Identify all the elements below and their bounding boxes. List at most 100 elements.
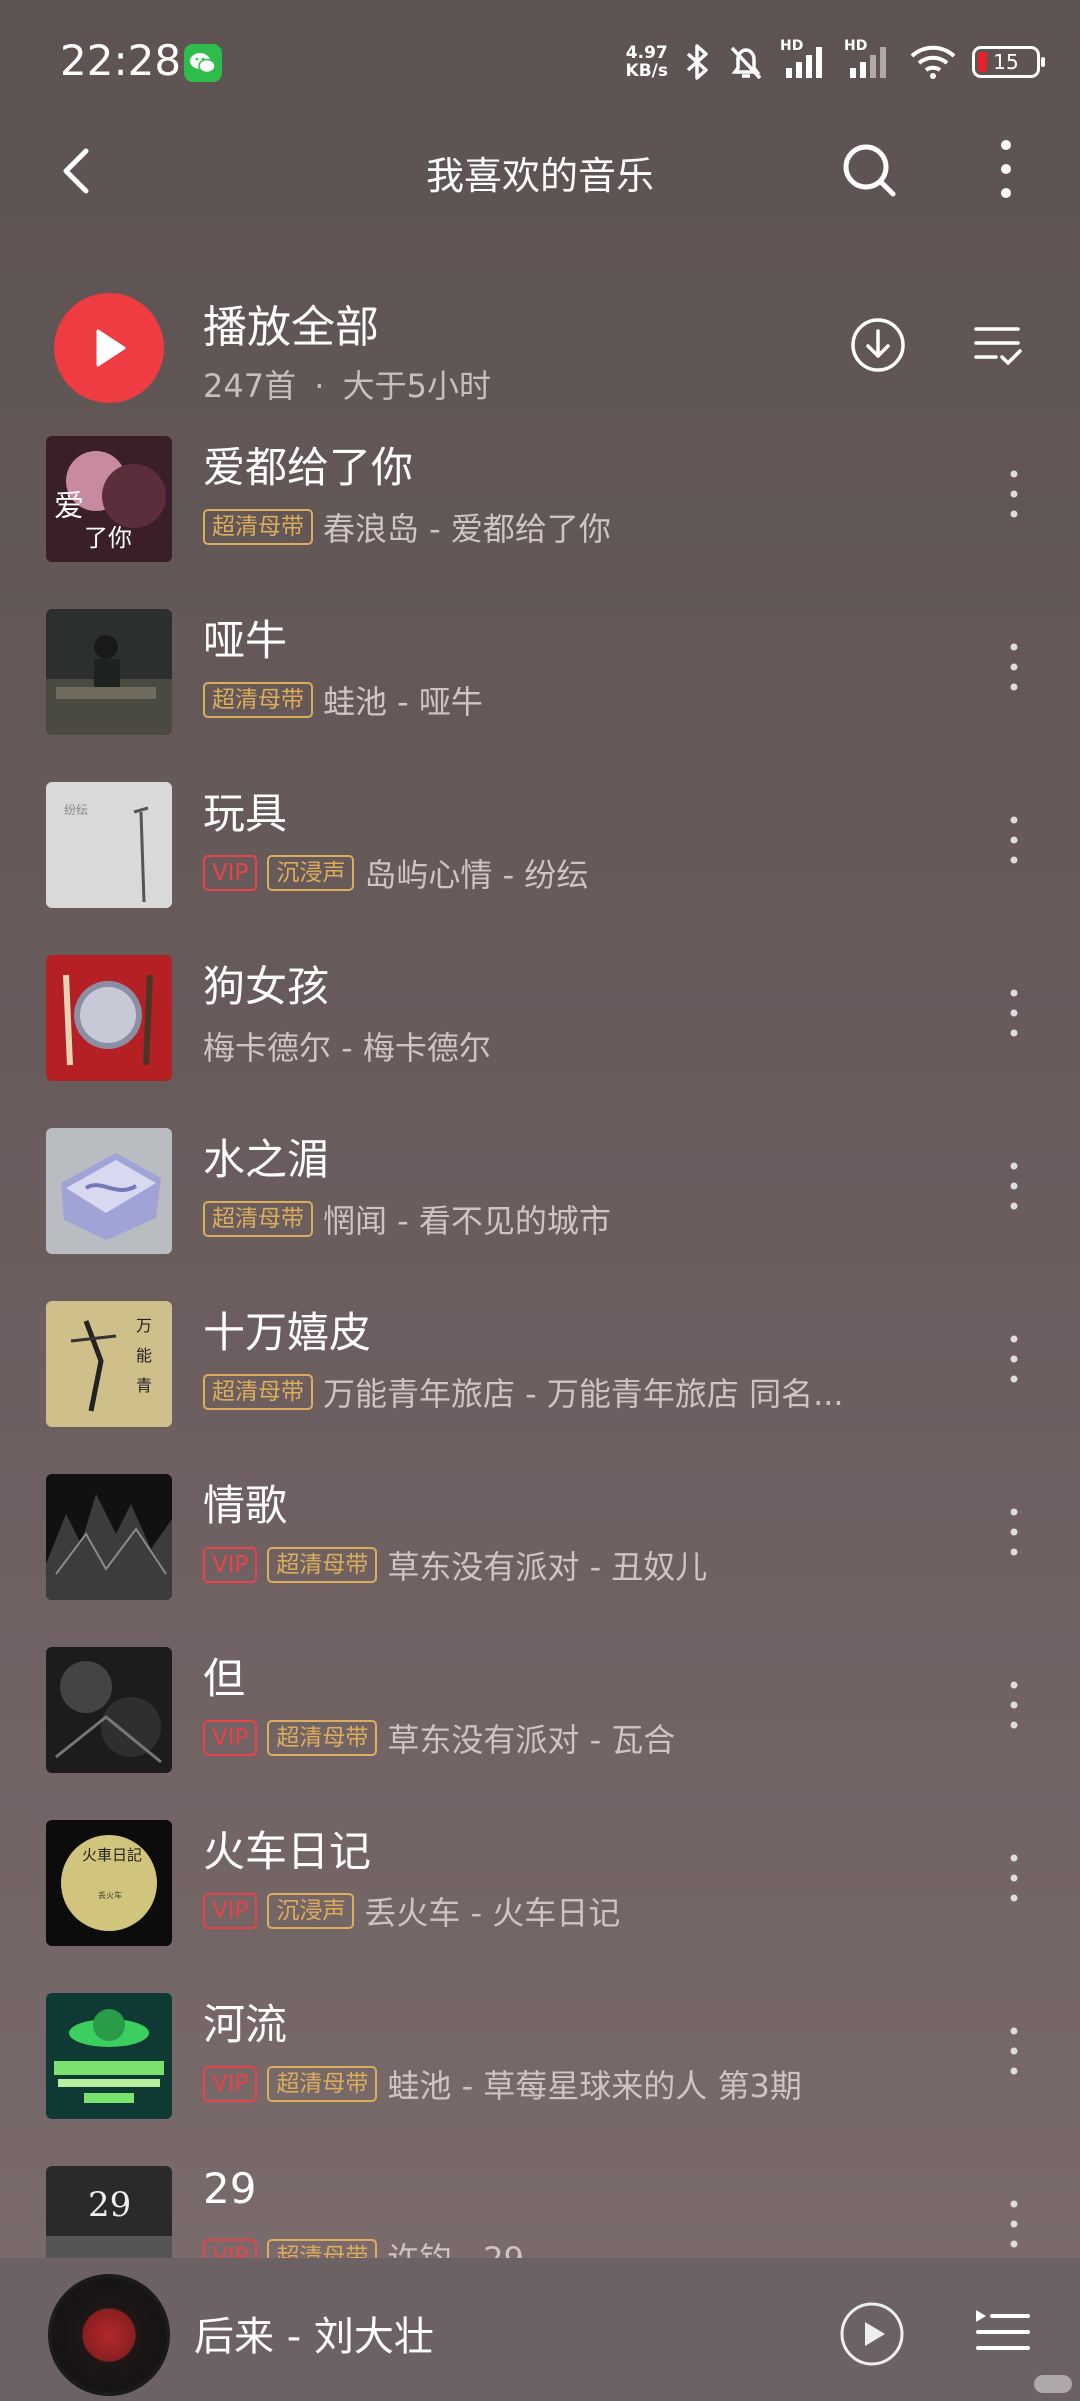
now-playing-title[interactable]: 后来 - 刘大壮 (194, 2304, 434, 2362)
song-title: 爱都给了你 (203, 443, 414, 492)
song-title: 哑牛 (203, 616, 288, 665)
song-title: 河流 (203, 2000, 288, 2049)
more-vertical-icon (1001, 140, 1011, 198)
song-title: 水之湄 (203, 1135, 330, 1184)
song-more-button[interactable] (996, 1327, 1032, 1391)
mini-play-button[interactable] (838, 2300, 906, 2368)
status-bar: 22:28 4.97 KB/s HD HD 15 (0, 0, 1080, 125)
more-vertical-icon (1010, 989, 1018, 1037)
quality-tag: 超清母带 (267, 2239, 378, 2258)
svg-text:万: 万 (136, 1316, 152, 1335)
song-row[interactable]: 狗女孩 梅卡德尔 - 梅卡德尔 (0, 951, 1080, 1123)
song-row[interactable]: 万能青 十万嬉皮 超清母带 万能青年旅店 - 万能青年旅店 同名... (0, 1297, 1080, 1469)
download-icon (851, 318, 905, 372)
song-row[interactable]: 情歌 VIP 超清母带 草东没有派对 - 丑奴儿 (0, 1470, 1080, 1642)
album-cover: 爱了你 (46, 436, 172, 562)
header: 我喜欢的音乐 (0, 125, 1080, 225)
song-more-button[interactable] (996, 1846, 1032, 1910)
bluetooth-icon (686, 44, 708, 80)
now-playing-disc[interactable] (48, 2274, 170, 2396)
mute-bell-icon (730, 46, 762, 80)
svg-text:了你: 了你 (84, 524, 132, 552)
total-duration: 大于5小时 (342, 367, 491, 405)
play-all-label: 播放全部 (203, 302, 379, 353)
song-artist-album: 梅卡德尔 - 梅卡德尔 (203, 1029, 491, 1067)
search-button[interactable] (836, 137, 902, 203)
album-cover (46, 1474, 172, 1600)
wifi-icon (910, 45, 956, 79)
playlist-button[interactable] (972, 2300, 1032, 2360)
song-meta: VIP 超清母带 许钧 - 29 (203, 2234, 524, 2258)
mini-player[interactable]: 后来 - 刘大壮 (0, 2258, 1080, 2401)
song-more-button[interactable] (996, 462, 1032, 526)
more-vertical-icon (1010, 2027, 1018, 2075)
song-count: 247首 (203, 367, 297, 405)
quality-tag: 超清母带 (203, 1201, 313, 1237)
more-vertical-icon (1010, 2200, 1018, 2248)
quality-tag: 超清母带 (203, 682, 313, 718)
more-vertical-icon (1010, 643, 1018, 691)
song-more-button[interactable] (996, 808, 1032, 872)
song-meta: VIP 超清母带 蛙池 - 草莓星球来的人 第3期 (203, 2061, 802, 2107)
album-cover (46, 1993, 172, 2119)
song-more-button[interactable] (996, 1500, 1032, 1564)
play-all-button[interactable] (54, 293, 164, 403)
multi-select-button[interactable] (970, 317, 1026, 373)
svg-text:能: 能 (136, 1346, 152, 1365)
song-list[interactable]: 爱了你 爱都给了你 超清母带 春浪岛 - 爱都给了你 哑牛 超清母带 蛙池 - … (0, 432, 1080, 2258)
song-row[interactable]: 火車日記 丢火车 火车日记 VIP 沉浸声 丢火车 - 火车日记 (0, 1816, 1080, 1988)
album-cover (46, 609, 172, 735)
vip-tag: VIP (203, 1547, 258, 1583)
more-vertical-icon (1010, 1335, 1018, 1383)
svg-text:纷纭: 纷纭 (64, 803, 88, 817)
song-row[interactable]: 哑牛 超清母带 蛙池 - 哑牛 (0, 605, 1080, 777)
song-row[interactable]: 29 29 VIP 超清母带 许钧 - 29 (0, 2162, 1080, 2258)
album-cover (46, 1128, 172, 1254)
song-title: 情歌 (203, 1481, 288, 1530)
vip-tag: VIP (203, 855, 258, 891)
song-more-button[interactable] (996, 635, 1032, 699)
song-meta: VIP 沉浸声 丢火车 - 火车日记 (203, 1888, 620, 1934)
song-artist-album: 惘闻 - 看不见的城市 (323, 1202, 611, 1240)
song-row[interactable]: 水之湄 超清母带 惘闻 - 看不见的城市 (0, 1124, 1080, 1296)
more-options-button[interactable] (980, 135, 1032, 205)
song-title: 狗女孩 (203, 962, 330, 1011)
song-row[interactable]: 爱了你 爱都给了你 超清母带 春浪岛 - 爱都给了你 (0, 432, 1080, 604)
wechat-icon (184, 44, 222, 82)
svg-text:丢火车: 丢火车 (98, 1890, 122, 1900)
song-row[interactable]: 纷纭 玩具 VIP 沉浸声 岛屿心情 - 纷纭 (0, 778, 1080, 950)
separator-dot: · (314, 367, 325, 405)
download-button[interactable] (848, 315, 908, 375)
more-vertical-icon (1010, 1162, 1018, 1210)
song-title: 玩具 (203, 789, 288, 838)
more-vertical-icon (1010, 470, 1018, 518)
vip-tag: VIP (203, 2239, 258, 2258)
more-vertical-icon (1010, 816, 1018, 864)
song-artist-album: 春浪岛 - 爱都给了你 (323, 510, 611, 548)
more-vertical-icon (1010, 1681, 1018, 1729)
svg-text:青: 青 (136, 1376, 152, 1395)
multi-select-icon (974, 327, 1022, 365)
svg-text:29: 29 (88, 2185, 131, 2225)
album-cover: 29 (46, 2166, 172, 2258)
vip-tag: VIP (203, 2066, 258, 2102)
song-more-button[interactable] (996, 981, 1032, 1045)
song-row[interactable]: 河流 VIP 超清母带 蛙池 - 草莓星球来的人 第3期 (0, 1989, 1080, 2161)
quality-tag: 超清母带 (203, 509, 313, 545)
song-more-button[interactable] (996, 2192, 1032, 2256)
song-artist-album: 许钧 - 29 (387, 2234, 524, 2258)
playlist-icon (976, 2310, 1030, 2350)
status-time: 22:28 (60, 36, 182, 85)
song-title: 火车日记 (203, 1827, 372, 1876)
quality-tag: 沉浸声 (267, 1893, 355, 1929)
song-meta: 超清母带 蛙池 - 哑牛 (203, 677, 483, 723)
signal-icon-2: HD (844, 38, 894, 82)
play-all-row[interactable]: 播放全部 247首 · 大于5小时 (0, 285, 1080, 405)
song-more-button[interactable] (996, 2019, 1032, 2083)
song-more-button[interactable] (996, 1154, 1032, 1218)
song-meta: VIP 沉浸声 岛屿心情 - 纷纭 (203, 850, 588, 896)
song-artist-album: 丢火车 - 火车日记 (364, 1894, 621, 1932)
song-row[interactable]: 但 VIP 超清母带 草东没有派对 - 瓦合 (0, 1643, 1080, 1815)
song-more-button[interactable] (996, 1673, 1032, 1737)
song-meta: 超清母带 惘闻 - 看不见的城市 (203, 1196, 611, 1242)
